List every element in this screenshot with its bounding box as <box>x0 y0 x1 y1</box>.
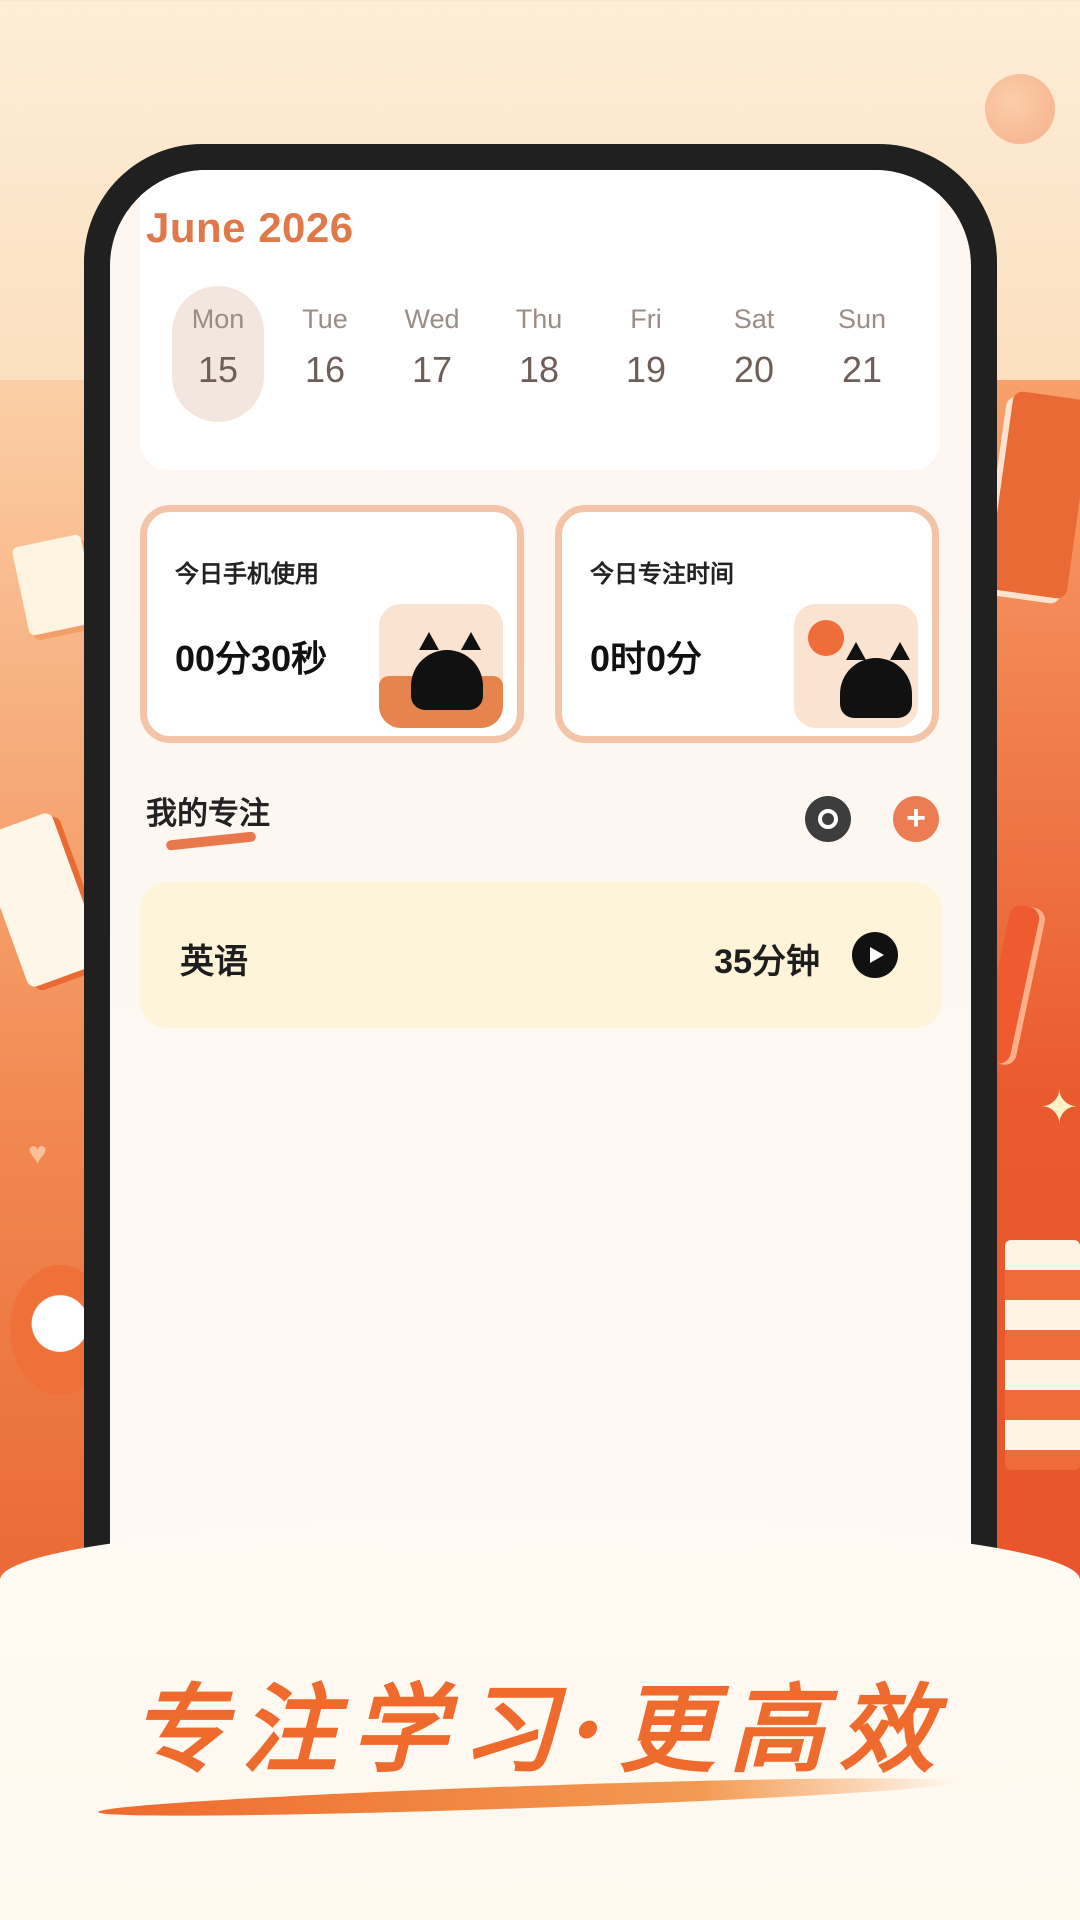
day-date: 21 <box>841 349 883 390</box>
day-name: Mon <box>191 304 245 334</box>
focus-time-title: 今日专注时间 <box>590 561 734 588</box>
month-label: June 2026 <box>146 204 354 251</box>
plus-icon: + <box>906 799 926 837</box>
focus-item-duration: 35分钟 <box>714 943 820 981</box>
day-date: 16 <box>304 349 346 390</box>
heart-icon: ♥ <box>28 1135 47 1171</box>
play-button[interactable] <box>852 932 898 978</box>
focus-time-value: 0时0分 <box>590 638 703 679</box>
day-date: 17 <box>411 349 453 390</box>
sun-decoration <box>985 74 1055 144</box>
day-name: Sun <box>837 304 887 334</box>
day-name: Tue <box>302 304 348 334</box>
day-tue[interactable]: Tue 16 <box>279 286 371 422</box>
day-fri[interactable]: Fri 19 <box>600 286 692 422</box>
star-icon: ✦ <box>1040 1081 1079 1133</box>
day-mon[interactable]: Mon 15 <box>172 286 264 422</box>
day-name: Wed <box>404 304 460 334</box>
my-focus-title: 我的专注 <box>146 796 270 831</box>
settings-icon <box>818 809 838 829</box>
day-thu[interactable]: Thu 18 <box>493 286 585 422</box>
focus-time-card[interactable]: 今日专注时间 0时0分 <box>555 505 939 743</box>
tomato-icon <box>808 620 844 656</box>
day-sun[interactable]: Sun 21 <box>816 286 908 422</box>
phone-usage-value: 00分30秒 <box>175 638 328 679</box>
promo-slogan: 专注学习·更高效 <box>131 1673 949 1786</box>
day-date: 15 <box>197 349 239 390</box>
day-sat[interactable]: Sat 20 <box>708 286 800 422</box>
day-name: Thu <box>515 304 563 334</box>
day-wed[interactable]: Wed 17 <box>386 286 478 422</box>
settings-button[interactable] <box>805 796 851 842</box>
focus-item-name: 英语 <box>180 943 248 981</box>
phone-usage-title: 今日手机使用 <box>175 561 319 588</box>
day-date: 19 <box>625 349 667 390</box>
focus-list-item[interactable]: 英语 35分钟 <box>140 882 942 1028</box>
day-date: 20 <box>733 349 775 390</box>
cat-on-sofa-illustration <box>379 604 503 728</box>
meditating-cat-illustration <box>794 604 918 728</box>
phone-usage-card[interactable]: 今日手机使用 00分30秒 <box>140 505 524 743</box>
day-name: Fri <box>630 304 662 334</box>
day-date: 18 <box>518 349 560 390</box>
day-name: Sat <box>733 304 775 334</box>
add-focus-button[interactable]: + <box>893 796 939 842</box>
book-stack-illustration <box>1005 1240 1080 1470</box>
